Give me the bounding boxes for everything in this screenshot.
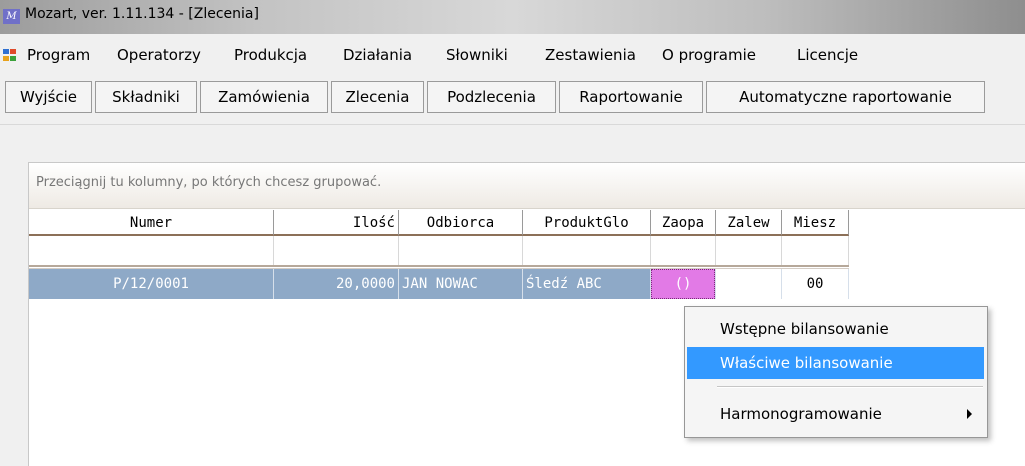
menu-item-wstepne-bilansowanie[interactable]: Wstępne bilansowanie [687, 313, 984, 345]
menu-dzialania[interactable]: Działania [343, 46, 412, 64]
column-header-produkt[interactable]: ProduktGlo [523, 210, 651, 236]
column-header-numer[interactable]: Numer [29, 210, 274, 236]
menu-item-wlasciwe-bilansowanie[interactable]: Właściwe bilansowanie [687, 347, 984, 379]
menu-licencje[interactable]: Licencje [797, 46, 858, 64]
menu-separator [717, 386, 983, 388]
wyjscie-button[interactable]: Wyjście [5, 81, 92, 113]
cell-zaopa-value: () [651, 269, 715, 299]
filter-cell-ilosc[interactable] [274, 236, 399, 265]
raportowanie-button[interactable]: Raportowanie [559, 81, 703, 113]
zlecenia-button[interactable]: Zlecenia [331, 81, 424, 113]
cell-numer[interactable]: P/12/0001 [29, 269, 274, 299]
skladniki-button[interactable]: Składniki [95, 81, 197, 113]
menu-operatorzy[interactable]: Operatorzy [117, 46, 201, 64]
filter-cell-zaopa[interactable] [651, 236, 716, 265]
menu-produkcja[interactable]: Produkcja [234, 46, 307, 64]
zamowienia-button[interactable]: Zamówienia [200, 81, 328, 113]
column-header-miesz[interactable]: Miesz [782, 210, 849, 236]
column-header-zalew[interactable]: Zalew [716, 210, 782, 236]
menu-item-harmonogramowanie[interactable]: Harmonogramowanie [687, 398, 984, 430]
context-menu: Wstępne bilansowanie Właściwe bilansowan… [684, 306, 988, 438]
title-bar[interactable]: M Mozart, ver. 1.11.134 - [Zlecenia] [0, 0, 1025, 34]
cell-ilosc[interactable]: 20,0000 [274, 269, 399, 299]
menu-program[interactable]: Program [27, 46, 90, 64]
column-header-ilosc[interactable]: Ilość [274, 210, 399, 236]
cell-miesz[interactable]: 00 [782, 269, 849, 299]
menu-bar: Program Operatorzy Produkcja Działania S… [0, 39, 1025, 72]
window-menu-icon[interactable] [3, 49, 17, 62]
submenu-arrow-icon [967, 409, 972, 419]
group-by-panel[interactable]: Przeciągnij tu kolumny, po których chces… [29, 163, 1025, 209]
cell-produkt[interactable]: Śledź ABC [523, 269, 651, 299]
cell-zalew[interactable] [716, 269, 782, 299]
group-by-hint: Przeciągnij tu kolumny, po których chces… [36, 175, 382, 190]
cell-zaopa[interactable]: () [651, 269, 716, 299]
window-title: Mozart, ver. 1.11.134 - [Zlecenia] [25, 6, 259, 22]
filter-cell-zalew[interactable] [716, 236, 782, 265]
menu-o-programie[interactable]: O programie [662, 46, 756, 64]
podzlecenia-button[interactable]: Podzlecenia [427, 81, 556, 113]
filter-cell-numer[interactable] [29, 236, 274, 265]
menu-item-harmonogramowanie-label: Harmonogramowanie [720, 405, 882, 423]
filter-cell-miesz[interactable] [782, 236, 849, 265]
column-header-odbiorca[interactable]: Odbiorca [399, 210, 523, 236]
column-header-zaopa[interactable]: Zaopa [651, 210, 716, 236]
menu-slowniki[interactable]: Słowniki [446, 46, 508, 64]
mozart-app-icon: M [3, 9, 20, 24]
filter-cell-produkt[interactable] [523, 236, 651, 265]
filter-cell-odbiorca[interactable] [399, 236, 523, 265]
toolbar: Wyjście Składniki Zamówienia Zlecenia Po… [0, 76, 1025, 125]
cell-odbiorca[interactable]: JAN NOWAC [399, 269, 523, 299]
menu-zestawienia[interactable]: Zestawienia [545, 46, 636, 64]
automatyczne-raportowanie-button[interactable]: Automatyczne raportowanie [706, 81, 985, 113]
